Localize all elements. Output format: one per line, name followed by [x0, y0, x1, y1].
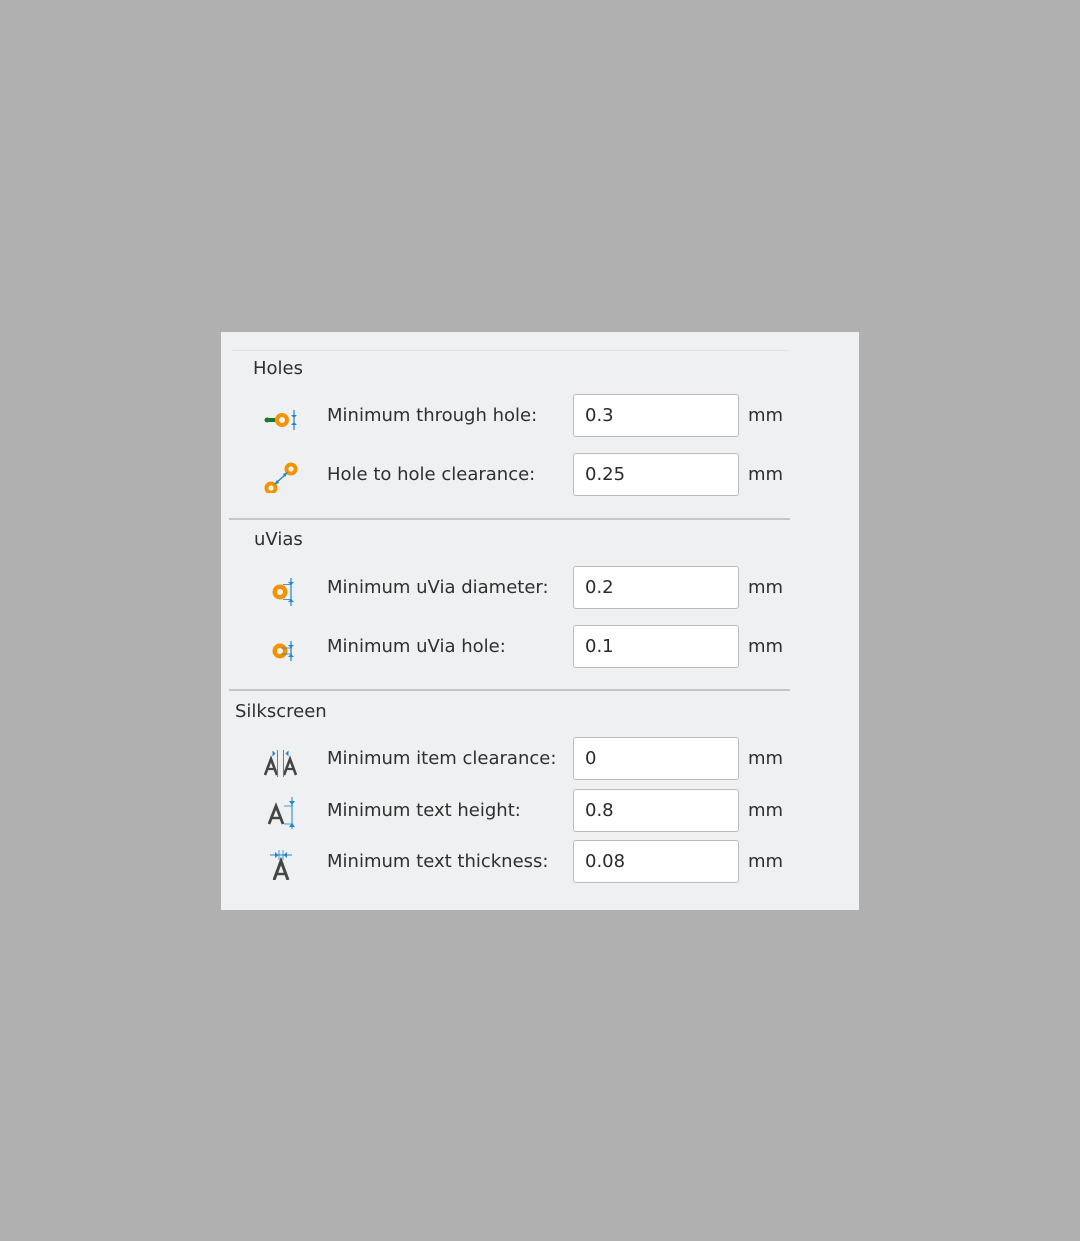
label-min-uvia-diameter: Minimum uVia diameter:: [327, 577, 549, 598]
min-item-clearance-input[interactable]: [573, 737, 739, 780]
item-clearance-icon: [261, 741, 301, 777]
unit-min-uvia-diameter: mm: [748, 577, 784, 598]
unit-min-text-height: mm: [748, 800, 784, 821]
label-min-uvia-hole: Minimum uVia hole:: [327, 636, 506, 657]
unit-hole-to-hole-clearance: mm: [748, 464, 784, 485]
uvia-hole-icon: [261, 629, 301, 665]
row-hole-to-hole-clearance: Hole to hole clearance: mm: [221, 453, 859, 497]
row-min-uvia-diameter: Minimum uVia diameter: mm: [221, 566, 859, 610]
row-min-text-height: Minimum text height: mm: [221, 789, 859, 833]
uvia-diameter-icon: [261, 570, 301, 606]
min-text-thickness-input[interactable]: [573, 840, 739, 883]
unit-min-item-clearance: mm: [748, 748, 784, 769]
hole-clearance-icon: [261, 457, 301, 493]
label-min-text-height: Minimum text height:: [327, 800, 521, 821]
min-through-hole-input[interactable]: [573, 394, 739, 437]
top-rule: [231, 350, 789, 351]
through-hole-icon: [261, 398, 301, 434]
label-hole-to-hole-clearance: Hole to hole clearance:: [327, 464, 536, 485]
label-min-item-clearance: Minimum item clearance:: [327, 748, 557, 769]
row-min-uvia-hole: Minimum uVia hole: mm: [221, 625, 859, 669]
min-uvia-diameter-input[interactable]: [573, 566, 739, 609]
label-min-through-hole: Minimum through hole:: [327, 405, 538, 426]
row-min-text-thickness: Minimum text thickness: mm: [221, 840, 859, 884]
text-height-icon: [261, 793, 301, 829]
section-divider: [229, 689, 790, 691]
section-title-uvias: uVias: [254, 529, 303, 550]
hole-to-hole-clearance-input[interactable]: [573, 453, 739, 496]
text-thickness-icon: [261, 844, 301, 880]
constraints-panel: Holes Minimum through hole: mm: [221, 332, 859, 910]
row-min-through-hole: Minimum through hole: mm: [221, 394, 859, 438]
unit-min-text-thickness: mm: [748, 851, 784, 872]
row-min-item-clearance: Minimum item clearance: mm: [221, 737, 859, 781]
unit-min-uvia-hole: mm: [748, 636, 784, 657]
section-title-silkscreen: Silkscreen: [235, 701, 327, 722]
section-divider: [229, 518, 790, 520]
min-text-height-input[interactable]: [573, 789, 739, 832]
unit-min-through-hole: mm: [748, 405, 784, 426]
min-uvia-hole-input[interactable]: [573, 625, 739, 668]
label-min-text-thickness: Minimum text thickness:: [327, 851, 549, 872]
section-title-holes: Holes: [253, 358, 304, 379]
